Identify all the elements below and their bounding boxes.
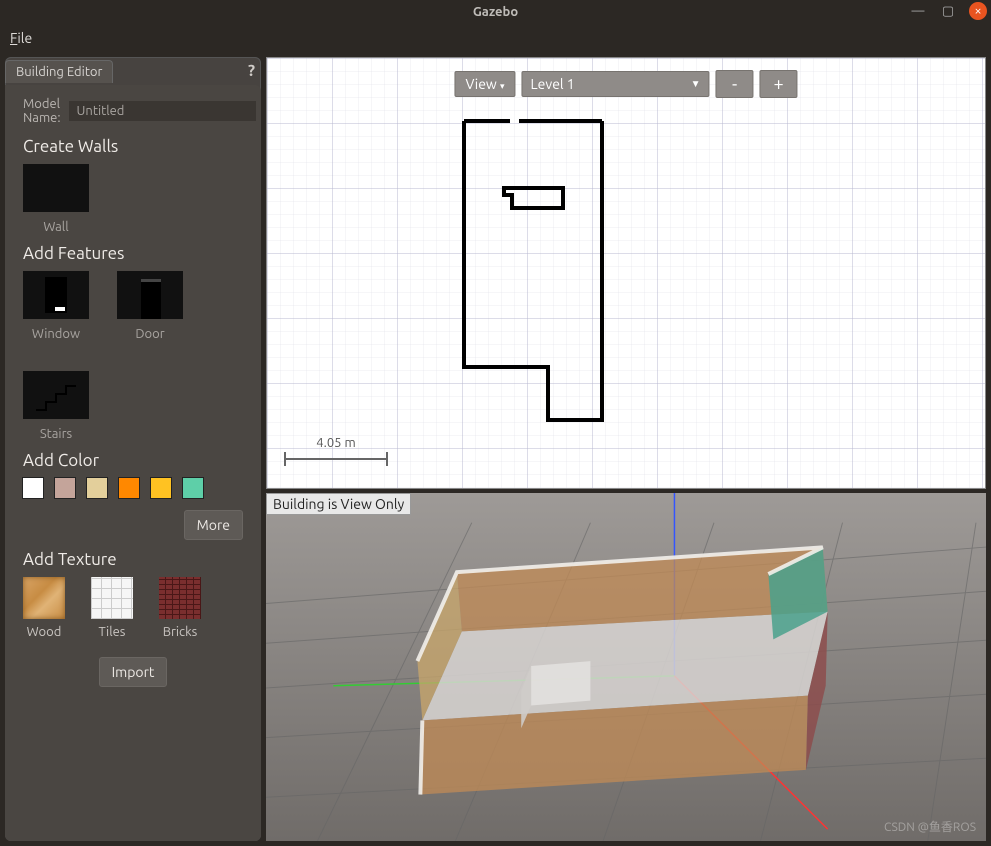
texture-wood[interactable]: Wood xyxy=(23,577,65,639)
menu-file[interactable]: File xyxy=(10,30,32,46)
view-dropdown-button[interactable]: View ▾ xyxy=(454,71,515,97)
import-button[interactable]: Import xyxy=(99,657,168,687)
view-only-badge: Building is View Only xyxy=(266,493,411,515)
texture-bricks[interactable]: Bricks xyxy=(159,577,201,639)
door-icon xyxy=(117,271,183,319)
main-area: View ▾ Level 1 ▼ - + 4.05 m xyxy=(266,57,986,841)
scale-reference: 4.05 m xyxy=(281,436,391,466)
color-swatch-orange[interactable] xyxy=(119,478,139,498)
watermark: CSDN @鱼香ROS xyxy=(884,818,976,835)
section-create-walls: Create Walls xyxy=(23,137,243,156)
wood-icon xyxy=(23,577,65,619)
help-icon[interactable]: ? xyxy=(248,62,255,80)
color-swatch-gold[interactable] xyxy=(151,478,171,498)
model-name-label: Model Name: xyxy=(23,97,61,125)
tab-building-editor[interactable]: Building Editor xyxy=(5,60,113,83)
plan-toolbar: View ▾ Level 1 ▼ - + xyxy=(454,70,797,98)
3d-view[interactable]: Building is View Only xyxy=(266,493,986,841)
palette-wall[interactable]: Wall xyxy=(23,164,89,234)
sidebar-tab-header: Building Editor ? xyxy=(5,57,261,85)
color-swatch-white[interactable] xyxy=(23,478,43,498)
chevron-down-icon: ▼ xyxy=(691,78,701,90)
title-bar: Gazebo — ▢ × xyxy=(0,0,991,24)
window-title: Gazebo xyxy=(473,5,518,19)
palette-door[interactable]: Door xyxy=(117,271,183,341)
color-swatches xyxy=(23,478,243,498)
section-add-color: Add Color xyxy=(23,451,243,470)
bricks-icon xyxy=(159,577,201,619)
plan-view[interactable]: View ▾ Level 1 ▼ - + 4.05 m xyxy=(266,57,986,489)
model-name-input[interactable] xyxy=(69,101,256,121)
tiles-icon xyxy=(91,577,133,619)
more-colors-button[interactable]: More xyxy=(184,510,243,540)
floorplan-drawing xyxy=(267,58,979,489)
maximize-button[interactable]: ▢ xyxy=(939,2,957,20)
menu-bar: File xyxy=(0,24,991,52)
wall-icon xyxy=(23,164,89,212)
section-add-texture: Add Texture xyxy=(23,550,243,569)
palette-stairs[interactable]: Stairs xyxy=(23,371,89,441)
texture-tiles[interactable]: Tiles xyxy=(91,577,133,639)
level-select[interactable]: Level 1 ▼ xyxy=(522,71,710,97)
color-swatch-tan[interactable] xyxy=(55,478,75,498)
stairs-icon xyxy=(23,371,89,419)
color-swatch-beige[interactable] xyxy=(87,478,107,498)
color-swatch-teal[interactable] xyxy=(183,478,203,498)
section-add-features: Add Features xyxy=(23,244,243,263)
sidebar-panel: Model Name: Create Walls Wall Add Featur… xyxy=(5,85,261,841)
window-controls: — ▢ × xyxy=(909,2,987,20)
sidebar: Building Editor ? Model Name: Create Wal… xyxy=(5,57,261,841)
zoom-out-button[interactable]: - xyxy=(716,70,754,98)
minimize-button[interactable]: — xyxy=(909,2,927,20)
palette-window[interactable]: Window xyxy=(23,271,89,341)
close-button[interactable]: × xyxy=(969,2,987,20)
window-icon xyxy=(23,271,89,319)
3d-scene xyxy=(266,493,986,841)
zoom-in-button[interactable]: + xyxy=(760,70,798,98)
